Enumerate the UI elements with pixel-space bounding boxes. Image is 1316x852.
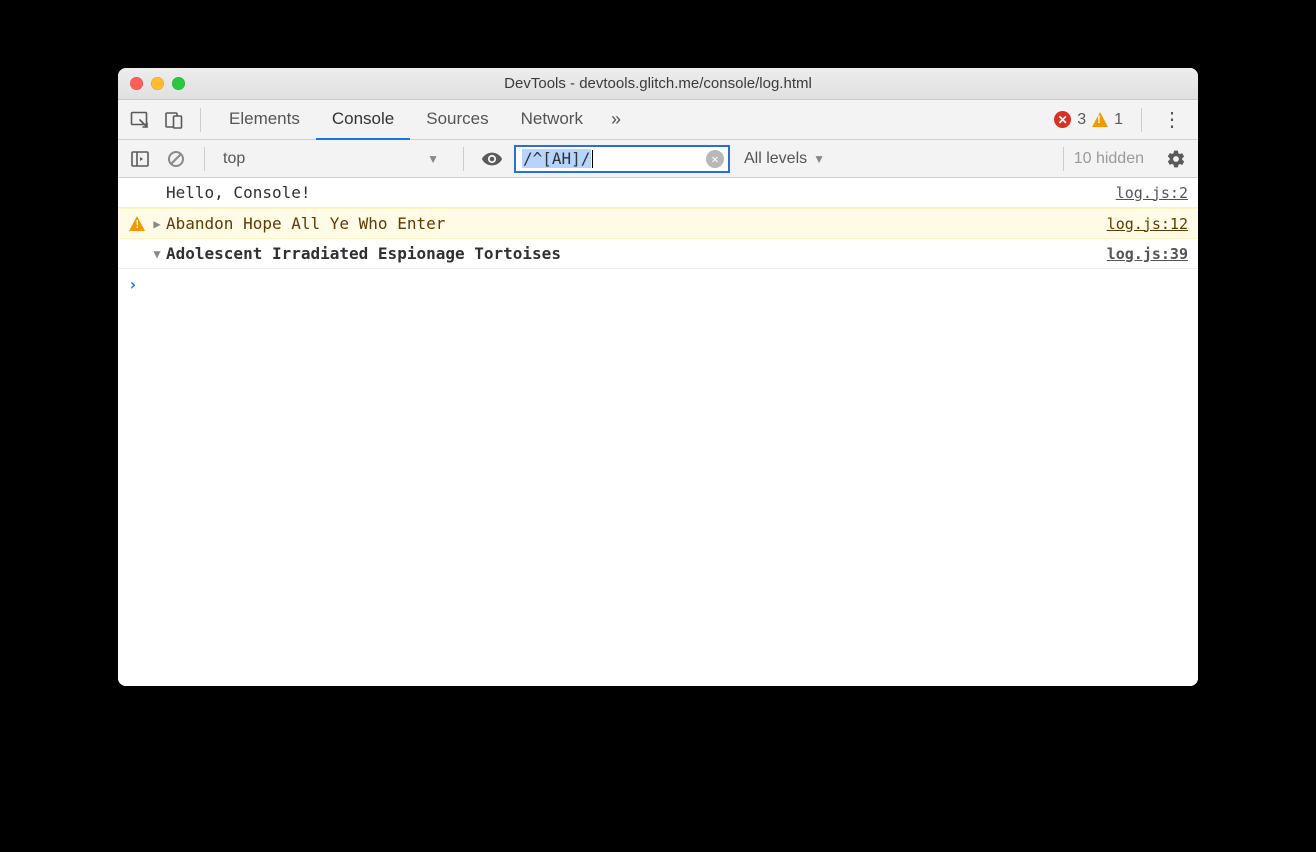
divider [1141, 108, 1142, 132]
chevron-down-icon: ▼ [813, 152, 825, 166]
error-icon: ✕ [1054, 111, 1071, 128]
tab-console[interactable]: Console [316, 100, 410, 140]
filter-value: /^[AH]/ [522, 149, 591, 168]
clear-console-icon[interactable] [162, 145, 190, 173]
tab-elements[interactable]: Elements [213, 100, 316, 140]
warning-source-link[interactable]: log.js:12 [1107, 215, 1188, 233]
console-settings-icon[interactable] [1162, 145, 1190, 173]
more-tabs-button[interactable]: » [605, 109, 627, 130]
console-toolbar: top ▼ /^[AH]/ ✕ All levels ▼ 10 hidden [118, 140, 1198, 178]
divider [204, 147, 205, 171]
log-levels-selector[interactable]: All levels ▼ [738, 150, 831, 168]
warning-message-row[interactable]: ▶ Abandon Hope All Ye Who Enter log.js:1… [118, 208, 1198, 239]
device-toolbar-icon[interactable] [160, 106, 188, 134]
context-label: top [219, 150, 245, 168]
warning-icon [126, 216, 148, 231]
hidden-messages-count[interactable]: 10 hidden [1063, 147, 1154, 171]
filter-input[interactable]: /^[AH]/ ✕ [514, 145, 730, 173]
text-caret [592, 150, 593, 168]
warning-icon [1092, 112, 1108, 127]
chevron-down-icon: ▼ [427, 152, 439, 166]
sidebar-toggle-icon[interactable] [126, 145, 154, 173]
maximize-window-button[interactable] [172, 77, 185, 90]
tab-sources[interactable]: Sources [410, 100, 504, 140]
warning-text: Abandon Hope All Ye Who Enter [166, 214, 1107, 233]
levels-label: All levels [744, 150, 807, 168]
prompt-chevron-icon: › [128, 275, 138, 294]
main-tabbar: Elements Console Sources Network » ✕ 3 1… [118, 100, 1198, 140]
live-expression-icon[interactable] [478, 145, 506, 173]
error-count: 3 [1077, 111, 1086, 129]
tab-network[interactable]: Network [505, 100, 599, 140]
divider [463, 147, 464, 171]
log-text: Hello, Console! [126, 183, 1116, 202]
panel-tabs: Elements Console Sources Network [213, 100, 599, 140]
context-selector[interactable]: top ▼ [219, 150, 449, 168]
divider [200, 108, 201, 132]
window-title: DevTools - devtools.glitch.me/console/lo… [118, 75, 1198, 92]
warning-count: 1 [1114, 111, 1123, 129]
expand-arrow-icon[interactable]: ▶ [148, 217, 166, 231]
log-source-link[interactable]: log.js:2 [1116, 184, 1188, 202]
log-message-row[interactable]: Hello, Console! log.js:2 [118, 178, 1198, 208]
titlebar: DevTools - devtools.glitch.me/console/lo… [118, 68, 1198, 100]
group-text: Adolescent Irradiated Espionage Tortoise… [166, 244, 1107, 263]
console-messages: Hello, Console! log.js:2 ▶ Abandon Hope … [118, 178, 1198, 686]
minimize-window-button[interactable] [151, 77, 164, 90]
devtools-window: DevTools - devtools.glitch.me/console/lo… [118, 68, 1198, 686]
group-source-link[interactable]: log.js:39 [1107, 245, 1188, 263]
close-window-button[interactable] [130, 77, 143, 90]
collapse-arrow-icon[interactable]: ▼ [148, 247, 166, 261]
kebab-menu-icon[interactable]: ⋮ [1154, 107, 1190, 132]
group-message-row[interactable]: ▼ Adolescent Irradiated Espionage Tortoi… [118, 239, 1198, 269]
clear-filter-icon[interactable]: ✕ [706, 150, 724, 168]
traffic-lights [130, 77, 185, 90]
status-badges[interactable]: ✕ 3 1 [1054, 111, 1129, 129]
console-prompt[interactable]: › [118, 269, 1198, 300]
inspect-element-icon[interactable] [126, 106, 154, 134]
